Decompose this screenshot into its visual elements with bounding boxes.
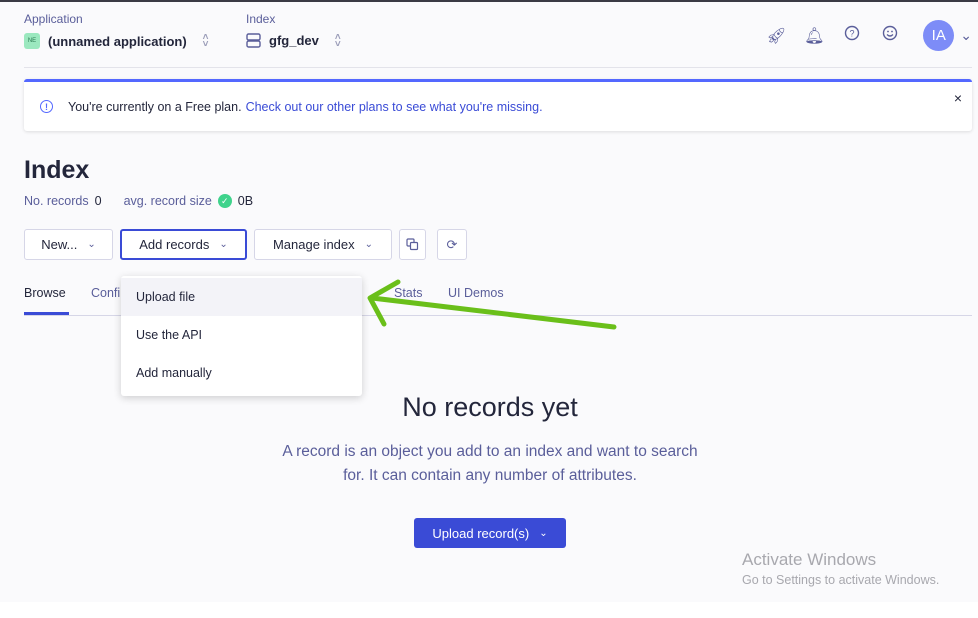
watermark-title: Activate Windows (742, 550, 877, 569)
page: Application NE (unnamed application) ˄ ˅ In… (0, 0, 978, 602)
annotation-arrow-icon (367, 279, 617, 330)
windows-watermark: Activate Windows Go to Settings to activ… (742, 550, 939, 587)
watermark-subtitle: Go to Settings to activate Windows. (742, 573, 940, 587)
